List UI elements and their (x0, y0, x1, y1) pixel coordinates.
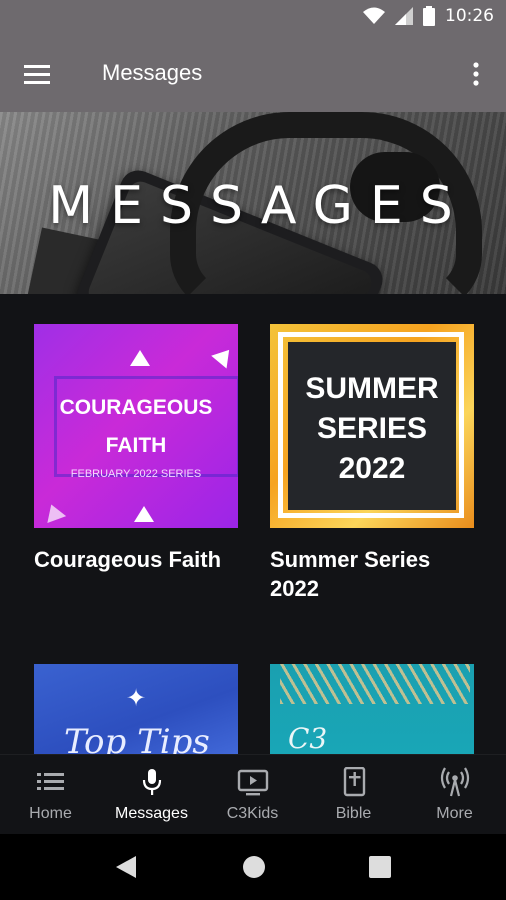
bottom-navigation: Home Messages C3Kids Bible More (0, 754, 506, 835)
overflow-menu-icon[interactable] (466, 60, 486, 88)
series-card-title[interactable]: Summer Series 2022 (270, 545, 474, 603)
nav-item-home[interactable]: Home (0, 755, 101, 835)
nav-item-messages[interactable]: Messages (101, 755, 202, 835)
art-title-line: FAITH (105, 434, 167, 457)
art-title-line: COURAGEOUS (59, 396, 213, 419)
series-card-c3-invercargill[interactable]: C3 Invercargill (270, 664, 474, 754)
signal-icon (395, 7, 413, 25)
recents-icon[interactable] (368, 854, 392, 880)
system-navigation-bar (0, 834, 506, 900)
triangle-decoration (130, 350, 150, 366)
palm-leaves-decoration (280, 664, 470, 704)
nav-item-label: Home (29, 805, 72, 822)
microphone-icon (142, 769, 161, 795)
series-card-summer-series-2022[interactable]: SUMMER SERIES 2022 Summer Series 2022 (270, 324, 474, 603)
series-card-title[interactable]: Courageous Faith (34, 545, 238, 574)
art-frame (54, 376, 238, 477)
battery-icon (423, 6, 435, 26)
hamburger-menu-icon[interactable] (22, 60, 52, 88)
series-card-top-tips[interactable]: ✦ Top Tips (34, 664, 238, 754)
art-title-line: C3 Invercargill (288, 722, 328, 754)
page-title: Messages (102, 60, 203, 85)
back-icon[interactable] (114, 854, 138, 880)
series-artwork: C3 Invercargill (270, 664, 474, 754)
bible-icon (343, 767, 365, 797)
art-title-line: Top Tips (64, 722, 210, 754)
nav-item-label: Messages (115, 805, 188, 822)
art-subtitle: FEBRUARY 2022 SERIES (70, 468, 202, 480)
app-bar: Messages (0, 36, 506, 112)
clock: 10:26 (445, 6, 494, 26)
series-card-courageous-faith[interactable]: COURAGEOUS FAITH FEBRUARY 2022 SERIES Co… (34, 324, 238, 574)
art-title-line: 2022 (338, 452, 406, 485)
series-artwork: SUMMER SERIES 2022 (270, 324, 474, 528)
status-bar: 10:26 (0, 0, 506, 36)
sparkle-icon: ✦ (126, 685, 147, 712)
series-artwork: ✦ Top Tips (34, 664, 238, 754)
broadcast-icon (440, 767, 469, 797)
nav-item-label: C3Kids (226, 805, 279, 822)
nav-item-label: More (436, 805, 473, 822)
wifi-icon (363, 7, 385, 24)
hero-title: MESSAGES (48, 176, 470, 236)
nav-item-more[interactable]: More (404, 755, 505, 835)
list-icon (36, 773, 64, 790)
art-title-line: SUMMER (305, 372, 439, 405)
home-icon[interactable] (242, 854, 266, 880)
art-title-line: SERIES (316, 412, 428, 445)
triangle-decoration (41, 501, 67, 523)
triangle-decoration (134, 506, 154, 522)
nav-item-label: Bible (335, 805, 372, 822)
series-artwork: COURAGEOUS FAITH FEBRUARY 2022 SERIES (34, 324, 238, 528)
nav-item-bible[interactable]: Bible (303, 755, 404, 835)
nav-item-c3kids[interactable]: C3Kids (202, 755, 303, 835)
triangle-decoration (211, 343, 237, 369)
tv-play-icon (237, 769, 268, 796)
hero-banner: MESSAGES (0, 112, 506, 294)
